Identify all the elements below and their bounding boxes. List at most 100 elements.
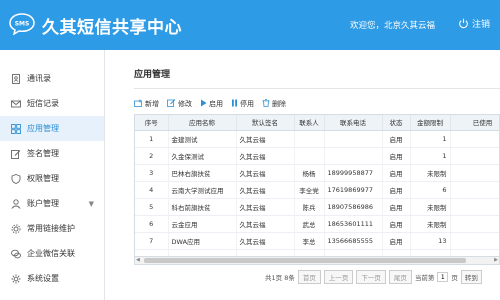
table-cell: 3 [135,164,169,182]
table-cell [450,164,499,182]
column-header[interactable]: 默认签名 [236,115,295,131]
table-cell: 启用 [382,215,411,233]
table-row[interactable]: 7 DWA应用 久其云福 李总 13566685555 启用 13 [135,232,499,250]
sidebar-item-label: 签名管理 [27,149,59,158]
table-row[interactable]: 4 云南大学测试应用 久其云福 李全党 17619869977 启用 6 [135,181,499,199]
table-cell [324,249,383,256]
table-cell: 启用 [382,181,411,199]
page-unit-label: 页 [451,274,458,282]
table-cell [450,198,499,216]
column-header[interactable]: 金额限制 [410,115,451,131]
table-cell [324,147,383,165]
sidebar-item-label: 短信记录 [27,99,59,108]
table-cell: 久其云福 [236,130,295,148]
sidebar-item-wechat-link[interactable]: 企业微信关联 [0,241,104,266]
edit-icon [167,99,176,109]
column-header[interactable]: 联系人 [294,115,325,131]
horizontal-scrollbar[interactable]: ◀ ▶ [134,257,500,265]
add-icon [134,99,143,109]
table-cell [450,249,499,256]
scroll-left-icon[interactable]: ◀ [136,257,140,263]
disable-label: 停用 [240,100,254,108]
table-cell [294,147,325,165]
gear-icon [10,223,21,234]
sidebar-item-app-management[interactable]: 应用管理 [0,116,104,141]
scrollbar-thumb[interactable] [144,258,466,263]
table-cell: 18999958877 [324,164,383,182]
title-divider [134,88,500,89]
page-number-input[interactable] [437,272,449,282]
sidebar-item-sms-records[interactable]: 短信记录 [0,91,104,116]
table-row[interactable]: 5 科右前旗扶贫 久其云福 陈兵 18907586986 启用 未限制 [135,198,499,216]
table-row[interactable]: 6 云金应用 久其云福 武总 18653601111 启用 未限制 [135,215,499,233]
sidebar-item-link-maintenance[interactable]: 常用链接维护 [0,216,104,241]
pager-summary: 共1页 8条 [265,274,295,282]
table-cell: 久其云福 [236,198,295,216]
table-cell: 1 [410,130,451,148]
table-row[interactable]: 1 金建测试 久其云福 启用 1 [135,130,499,148]
table-header-row: 序号 应用名称 默认签名 联系人 联系电话 状态 金额限制 已使用 [135,115,499,131]
table-cell: 2 [135,147,169,165]
table-row[interactable]: 3 巴林右旗扶贫 久其云福 杨杨 18999958877 启用 未限制 [135,164,499,182]
column-header[interactable]: 已使用 [450,115,499,131]
table-cell: 武总 [294,215,325,233]
table-cell [294,249,325,256]
table-cell: 6 [135,215,169,233]
sidebar-item-permission-management[interactable]: 权限管理 [0,166,104,191]
app-table: 序号 应用名称 默认签名 联系人 联系电话 状态 金额限制 已使用 1 金建测试久… [134,114,500,257]
first-page-button[interactable]: 首页 [297,270,321,284]
table-cell [236,249,295,256]
sidebar-item-signature-management[interactable]: 签名管理 [0,141,104,166]
table-cell [450,215,499,233]
table-cell [382,249,411,256]
table-cell: 云金应用 [168,215,237,233]
go-button[interactable]: 转到 [460,270,482,284]
sidebar-item-label: 企业微信关联 [27,249,75,258]
add-button[interactable]: 新增 [134,99,159,109]
toolbar: 新增 修改 启用 停用 删除 [134,97,286,111]
power-icon [459,18,468,29]
prev-page-button[interactable]: 上一页 [323,270,354,284]
table-cell [450,130,499,148]
column-header[interactable]: 状态 [382,115,411,131]
disable-button[interactable]: 停用 [231,99,254,109]
table-cell: 6 [410,181,451,199]
logo-text: SMS [15,21,30,28]
sidebar-item-account-management[interactable]: 账户管理 ▼ [0,191,104,216]
logout-label: 注销 [472,20,491,30]
table-cell: 科右前旗扶贫 [168,198,237,216]
sidebar-item-system-settings[interactable]: 系统设置 [0,266,104,291]
table-cell: 4 [135,181,169,199]
column-header[interactable]: 应用名称 [168,115,237,131]
page-title: 应用管理 [134,70,171,80]
grid-icon [10,123,21,134]
table-cell: 启用 [382,232,411,250]
sms-logo-icon: SMS [9,13,35,35]
table-cell [168,249,237,256]
mail-icon [10,98,21,109]
table-cell: 启用 [382,198,411,216]
table-cell: 久其云福 [236,215,295,233]
enable-button[interactable]: 启用 [200,99,223,109]
sidebar-item-contacts[interactable]: 通讯录 [0,66,104,91]
last-page-button[interactable]: 尾页 [388,270,412,284]
delete-button[interactable]: 删除 [262,99,286,109]
logout-button[interactable]: 注销 [458,17,490,30]
table-row[interactable]: 2 久金保测试 久其云福 启用 1 [135,147,499,165]
table-cell: 1 [410,147,451,165]
column-header[interactable]: 联系电话 [324,115,383,131]
table-cell: 云南大学测试应用 [168,181,237,199]
edit-button[interactable]: 修改 [167,99,192,109]
app-title: 久其短信共享中心 [42,18,182,38]
pagination: 共1页 8条 首页 上一页 下一页 尾页 当前第 页 转到 [265,270,482,284]
column-header[interactable]: 序号 [135,115,169,131]
scroll-right-icon[interactable]: ▶ [494,257,498,263]
current-page-label: 当前第 [414,274,435,282]
table-cell: 未限制 [410,198,451,216]
table-cell [410,249,451,256]
next-page-button[interactable]: 下一页 [356,270,386,284]
table-cell: 1 [135,130,169,148]
table-cell: 17619869977 [324,181,383,199]
sidebar-item-label: 账户管理 [27,199,59,208]
shield-icon [10,173,21,184]
